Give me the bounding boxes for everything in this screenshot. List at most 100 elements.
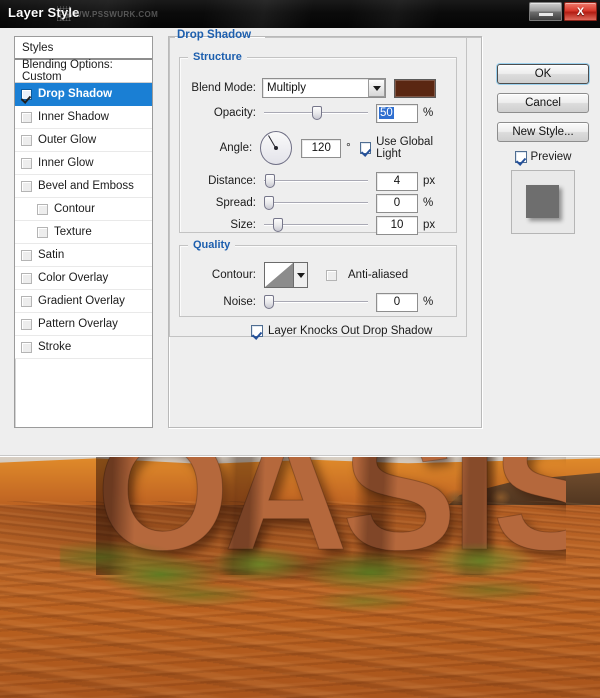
checkbox-preview[interactable] — [515, 151, 527, 163]
anti-aliased-checkbox[interactable]: Anti-aliased — [326, 269, 408, 281]
use-global-light-checkbox[interactable]: Use Global Light — [360, 136, 456, 160]
sidebar-item-label: Contour — [54, 203, 95, 215]
sidebar-item-texture[interactable]: Texture — [15, 221, 152, 244]
styles-list-panel[interactable]: Styles Blending Options: Custom Drop Sha… — [14, 36, 153, 428]
sidebar-item-label: Stroke — [38, 341, 71, 353]
contour-label: Contour: — [188, 269, 256, 281]
minimize-icon — [539, 13, 553, 16]
distance-slider-handle[interactable] — [265, 174, 275, 188]
checkbox-use-global-light[interactable] — [360, 142, 371, 154]
window-titlebar: Layer Style WWW.PSSWURK.COM X — [0, 0, 600, 28]
preview-thumbnail — [511, 170, 575, 234]
blend-mode-select[interactable]: Multiply — [262, 78, 386, 98]
sidebar-item-label: Drop Shadow — [38, 88, 112, 100]
contour-picker[interactable] — [264, 262, 308, 288]
checkbox-pattern-overlay[interactable] — [21, 319, 32, 330]
sidebar-item-bevel-and-emboss[interactable]: Bevel and Emboss — [15, 175, 152, 198]
checkbox-gradient-overlay[interactable] — [21, 296, 32, 307]
sidebar-item-stroke[interactable]: Stroke — [15, 336, 152, 359]
sidebar-item-label: Pattern Overlay — [38, 318, 118, 330]
angle-dial[interactable] — [260, 131, 292, 165]
spread-unit: % — [423, 197, 433, 209]
contour-thumbnail-icon — [265, 263, 294, 287]
angle-label: Angle: — [188, 142, 252, 154]
watermark-text: WWW.PSSWURK.COM — [66, 10, 158, 19]
blend-mode-label: Blend Mode: — [188, 82, 256, 94]
sidebar-item-inner-glow[interactable]: Inner Glow — [15, 152, 152, 175]
checkbox-bevel-and-emboss[interactable] — [21, 181, 32, 192]
preview-checkbox[interactable]: Preview — [497, 151, 589, 163]
spread-slider[interactable] — [264, 195, 368, 211]
sidebar-item-satin[interactable]: Satin — [15, 244, 152, 267]
noise-input[interactable]: 0 — [376, 293, 418, 312]
size-input[interactable]: 10 — [376, 216, 418, 235]
cancel-button[interactable]: Cancel — [497, 93, 589, 113]
angle-input[interactable]: 120 — [301, 139, 341, 158]
chevron-down-icon[interactable] — [368, 79, 385, 97]
angle-value: 120 — [312, 142, 331, 154]
close-button[interactable]: X — [564, 2, 597, 21]
checkbox-contour[interactable] — [37, 204, 48, 215]
noise-slider-handle[interactable] — [264, 295, 274, 309]
structure-group-title: Structure — [188, 51, 247, 63]
sidebar-item-outer-glow[interactable]: Outer Glow — [15, 129, 152, 152]
opacity-value: 50 — [379, 107, 394, 119]
distance-input[interactable]: 4 — [376, 172, 418, 191]
sidebar-item-drop-shadow[interactable]: Drop Shadow — [15, 83, 152, 106]
list-item-blending-options[interactable]: Blending Options: Custom — [15, 60, 152, 83]
ok-button[interactable]: OK — [497, 64, 589, 84]
sidebar-item-pattern-overlay[interactable]: Pattern Overlay — [15, 313, 152, 336]
checkbox-texture[interactable] — [37, 227, 48, 238]
checkbox-color-overlay[interactable] — [21, 273, 32, 284]
sidebar-item-inner-shadow[interactable]: Inner Shadow — [15, 106, 152, 129]
sidebar-item-label: Outer Glow — [38, 134, 96, 146]
grass-patches-foreground — [120, 577, 540, 621]
size-slider-handle[interactable] — [273, 218, 283, 232]
chevron-down-icon[interactable] — [294, 263, 307, 287]
checkbox-inner-shadow[interactable] — [21, 112, 32, 123]
sidebar-item-label: Satin — [38, 249, 64, 261]
shadow-color-swatch[interactable] — [394, 79, 436, 98]
sidebar-item-label: Texture — [54, 226, 92, 238]
quality-group-title: Quality — [188, 239, 235, 251]
distance-slider[interactable] — [264, 173, 368, 189]
checkbox-drop-shadow[interactable] — [21, 89, 32, 100]
spread-slider-handle[interactable] — [264, 196, 274, 210]
sidebar-item-gradient-overlay[interactable]: Gradient Overlay — [15, 290, 152, 313]
checkbox-satin[interactable] — [21, 250, 32, 261]
noise-value: 0 — [394, 296, 400, 308]
window-controls: X — [529, 2, 597, 21]
checkbox-outer-glow[interactable] — [21, 135, 32, 146]
blend-mode-value: Multiply — [267, 82, 306, 94]
dialog-button-column: OK Cancel New Style... Preview — [497, 64, 589, 234]
noise-label: Noise: — [188, 296, 256, 308]
noise-slider[interactable] — [264, 294, 368, 310]
styles-list-header: Styles — [15, 37, 152, 60]
angle-hub-icon — [274, 146, 278, 150]
sidebar-item-color-overlay[interactable]: Color Overlay — [15, 267, 152, 290]
size-value: 10 — [391, 219, 404, 231]
spread-input[interactable]: 0 — [376, 194, 418, 213]
opacity-input[interactable]: 50 — [376, 104, 418, 123]
opacity-unit: % — [423, 107, 433, 119]
checkbox-anti-aliased[interactable] — [326, 270, 337, 281]
opacity-slider[interactable] — [264, 105, 368, 121]
opacity-slider-handle[interactable] — [312, 106, 322, 120]
preview-label: Preview — [531, 151, 572, 163]
sidebar-item-contour[interactable]: Contour — [15, 198, 152, 221]
sidebar-item-label: Inner Shadow — [38, 111, 109, 123]
distance-unit: px — [423, 175, 435, 187]
preview-shape — [526, 185, 559, 218]
size-slider[interactable] — [264, 217, 368, 233]
checkbox-layer-knocks-out[interactable] — [251, 325, 263, 337]
checkbox-stroke[interactable] — [21, 342, 32, 353]
drop-shadow-group-title: Drop Shadow — [177, 29, 251, 41]
sidebar-item-label: Inner Glow — [38, 157, 94, 169]
new-style-button[interactable]: New Style... — [497, 122, 589, 142]
size-label: Size: — [188, 219, 256, 231]
minimize-button[interactable] — [529, 2, 562, 21]
size-unit: px — [423, 219, 435, 231]
layer-knocks-out-checkbox[interactable]: Layer Knocks Out Drop Shadow — [251, 325, 432, 337]
checkbox-inner-glow[interactable] — [21, 158, 32, 169]
distance-label: Distance: — [188, 175, 256, 187]
